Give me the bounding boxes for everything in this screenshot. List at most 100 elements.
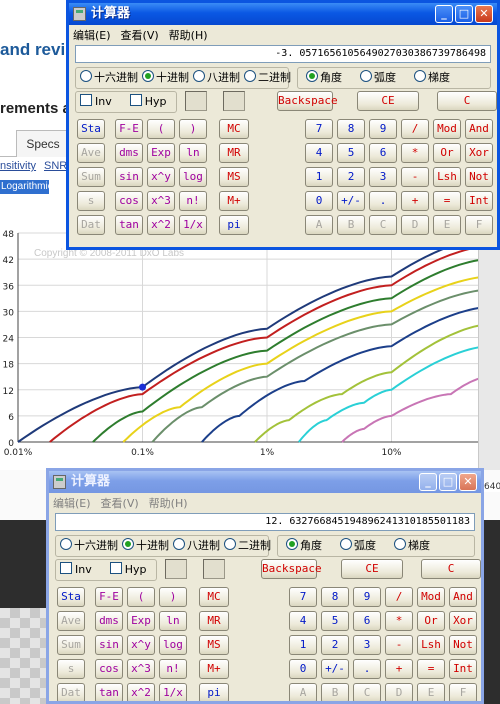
sci-button-2-0[interactable]: sin (95, 635, 123, 655)
radio-gradians[interactable] (394, 538, 406, 550)
radio-bin[interactable] (244, 70, 256, 82)
key-2-1[interactable]: 2 (321, 635, 349, 655)
key-0-1[interactable]: 8 (321, 587, 349, 607)
mem-button-0[interactable]: MC (199, 587, 229, 607)
sci-button-4-2[interactable]: 1/x (159, 683, 187, 701)
sci-button-0-2[interactable]: ) (159, 587, 187, 607)
key-2-2[interactable]: 3 (353, 635, 381, 655)
key-2-0[interactable]: 1 (289, 635, 317, 655)
key-3-1[interactable]: +/- (321, 659, 349, 679)
key-2-4[interactable]: Lsh (417, 635, 445, 655)
key-1-1[interactable]: 5 (321, 611, 349, 631)
sci-button-3-2[interactable]: n! (179, 191, 207, 211)
key-4-0[interactable]: A (289, 683, 317, 701)
key-4-0[interactable]: A (305, 215, 333, 235)
close-button[interactable]: ✕ (459, 473, 477, 491)
clear-button[interactable]: C (437, 91, 497, 111)
sci-button-2-1[interactable]: x^y (147, 167, 175, 187)
sci-button-4-1[interactable]: x^2 (147, 215, 175, 235)
radio-hex[interactable] (60, 538, 72, 550)
key-2-1[interactable]: 2 (337, 167, 365, 187)
sci-button-1-1[interactable]: Exp (127, 611, 155, 631)
maximize-button[interactable]: □ (455, 5, 473, 23)
key-1-0[interactable]: 4 (289, 611, 317, 631)
sci-button-3-2[interactable]: n! (159, 659, 187, 679)
key-3-1[interactable]: +/- (337, 191, 365, 211)
minimize-button[interactable]: _ (435, 5, 453, 23)
key-2-5[interactable]: Not (449, 635, 477, 655)
radio-oct[interactable] (193, 70, 205, 82)
key-1-5[interactable]: Xor (449, 611, 477, 631)
sci-button-1-1[interactable]: Exp (147, 143, 175, 163)
highlight-point[interactable] (139, 383, 146, 391)
mem-button-3[interactable]: M+ (219, 191, 249, 211)
sci-button-2-2[interactable]: log (159, 635, 187, 655)
menu-help[interactable]: 帮助(H) (169, 29, 208, 42)
key-4-3[interactable]: D (385, 683, 413, 701)
sci-button-1-2[interactable]: ln (179, 143, 207, 163)
title-bar[interactable]: 计算器 _ □ ✕ (69, 3, 497, 25)
sci-button-4-0[interactable]: tan (95, 683, 123, 701)
key-3-4[interactable]: = (433, 191, 461, 211)
key-3-2[interactable]: . (369, 191, 397, 211)
sci-button-0-1[interactable]: ( (147, 119, 175, 139)
inv-checkbox[interactable] (80, 94, 92, 106)
radio-oct[interactable] (173, 538, 185, 550)
key-0-3[interactable]: / (385, 587, 413, 607)
key-4-2[interactable]: C (369, 215, 397, 235)
stat-button-2[interactable]: Sum (77, 167, 105, 187)
sci-button-1-0[interactable]: dms (115, 143, 143, 163)
menu-view[interactable]: 查看(V) (101, 497, 139, 510)
clear-button[interactable]: C (421, 559, 481, 579)
radio-hex[interactable] (80, 70, 92, 82)
key-1-2[interactable]: 6 (369, 143, 397, 163)
sci-button-3-1[interactable]: x^3 (127, 659, 155, 679)
key-3-2[interactable]: . (353, 659, 381, 679)
key-0-4[interactable]: Mod (417, 587, 445, 607)
key-0-4[interactable]: Mod (433, 119, 461, 139)
key-4-4[interactable]: E (433, 215, 461, 235)
calculator-window-top[interactable]: 计算器 _ □ ✕ 编辑(E) 查看(V) 帮助(H) -3. 057165610564902… (66, 0, 500, 250)
key-0-1[interactable]: 8 (337, 119, 365, 139)
sci-button-3-0[interactable]: cos (95, 659, 123, 679)
mem-button-3[interactable]: M+ (199, 659, 229, 679)
key-2-4[interactable]: Lsh (433, 167, 461, 187)
key-3-0[interactable]: 0 (289, 659, 317, 679)
mem-button-2[interactable]: MS (199, 635, 229, 655)
link-sensitivity[interactable]: nsitivity (0, 160, 36, 172)
key-3-5[interactable]: Int (465, 191, 493, 211)
stat-button-0[interactable]: Sta (57, 587, 85, 607)
radio-bin[interactable] (224, 538, 236, 550)
menu-view[interactable]: 查看(V) (121, 29, 159, 42)
key-1-5[interactable]: Xor (465, 143, 493, 163)
scale-option-logarithmic[interactable]: Logarithmic (0, 180, 49, 194)
radio-degrees[interactable] (306, 70, 318, 82)
key-1-0[interactable]: 4 (305, 143, 333, 163)
mem-button-4[interactable]: pi (199, 683, 229, 701)
key-2-0[interactable]: 1 (305, 167, 333, 187)
stat-button-4[interactable]: Dat (77, 215, 105, 235)
key-0-5[interactable]: And (465, 119, 493, 139)
sci-button-0-2[interactable]: ) (179, 119, 207, 139)
stat-button-3[interactable]: s (57, 659, 85, 679)
stat-button-1[interactable]: Ave (57, 611, 85, 631)
radio-degrees[interactable] (286, 538, 298, 550)
key-3-0[interactable]: 0 (305, 191, 333, 211)
hyp-checkbox[interactable] (109, 562, 122, 574)
backspace-button[interactable]: Backspace (277, 91, 338, 111)
sci-button-3-0[interactable]: cos (115, 191, 143, 211)
maximize-button[interactable]: □ (439, 473, 457, 491)
sci-button-2-1[interactable]: x^y (127, 635, 155, 655)
key-4-2[interactable]: C (353, 683, 381, 701)
sci-button-4-0[interactable]: tan (115, 215, 143, 235)
sci-button-4-1[interactable]: x^2 (127, 683, 155, 701)
ce-button[interactable]: CE (357, 91, 419, 111)
stat-button-2[interactable]: Sum (57, 635, 85, 655)
key-4-5[interactable]: F (449, 683, 477, 701)
hyp-checkbox[interactable] (129, 94, 142, 106)
key-0-2[interactable]: 9 (369, 119, 397, 139)
key-2-3[interactable]: - (385, 635, 413, 655)
sci-button-3-1[interactable]: x^3 (147, 191, 175, 211)
inv-checkbox[interactable] (60, 562, 72, 574)
menu-edit[interactable]: 编辑(E) (73, 29, 111, 42)
